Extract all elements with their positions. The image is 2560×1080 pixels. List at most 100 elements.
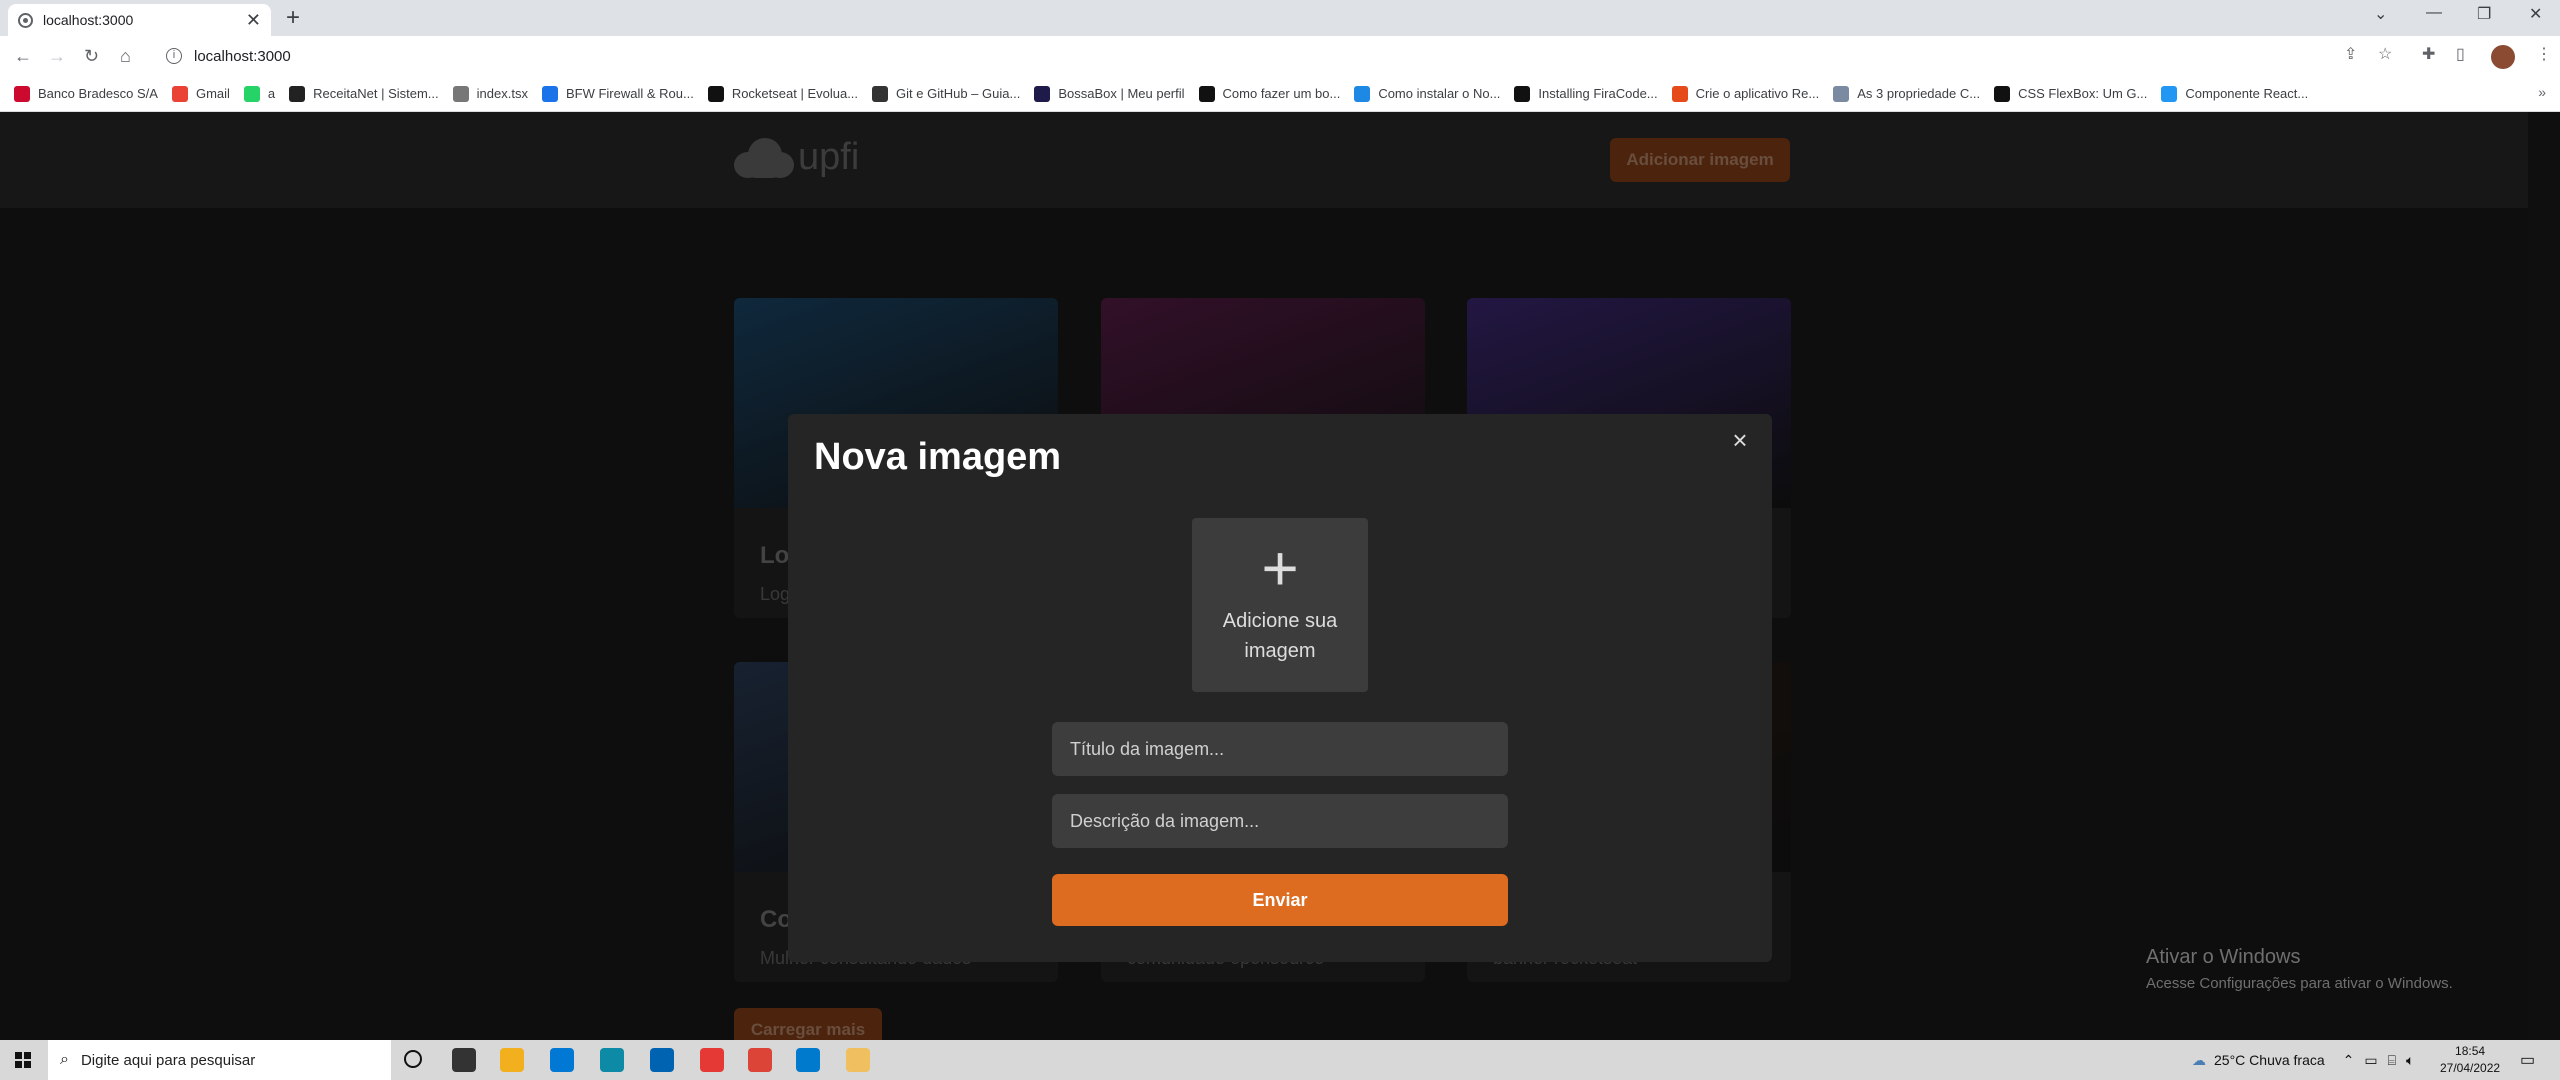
new-image-modal: Nova imagem × + Adicione sua imagem Envi… [788,414,1772,962]
home-icon[interactable]: ⌂ [120,44,131,68]
file-explorer-icon[interactable] [500,1048,524,1072]
bookmark-favicon-icon [171,85,188,102]
window-close-icon[interactable]: ✕ [2529,4,2542,24]
close-icon[interactable]: × [1728,427,1752,453]
bookmark-item[interactable]: ReceitaNet | Sistem... [289,85,439,102]
bookmark-favicon-icon [1034,85,1051,102]
clock-time: 18:54 [2455,1044,2486,1058]
tab-close-icon[interactable]: ✕ [246,11,261,29]
side-panel-icon[interactable]: ▯ [2456,44,2465,64]
volume-icon[interactable]: 🔈︎ [2406,1052,2414,1069]
bookmark-label: Installing FiraCode... [1538,86,1658,101]
store-icon[interactable] [550,1048,574,1072]
new-tab-button[interactable]: + [286,6,300,30]
image-description-input[interactable] [1052,794,1508,848]
bookmark-label: BFW Firewall & Rou... [565,86,694,101]
system-tray: ☁ 25°C Chuva fraca ⌃ ▭ ⌸ 🔈︎ [2192,1040,2414,1080]
bookmark-item[interactable]: Crie o aplicativo Re... [1671,85,1820,102]
minimize-icon[interactable]: — [2426,4,2442,22]
modal-title: Nova imagem [814,436,1062,478]
forward-arrow-icon[interactable]: → [48,44,66,68]
plus-icon: + [1261,532,1299,604]
taskbar-search-placeholder: Digite aqui para pesquisar [80,1051,256,1069]
bookmark-item[interactable]: Componente React... [2161,85,2308,102]
bookmark-label: Como instalar o No... [1378,86,1501,101]
reload-icon[interactable]: ↻ [84,44,99,68]
bookmark-item[interactable]: Installing FiraCode... [1514,85,1658,102]
task-view-icon[interactable] [452,1048,476,1072]
bookmark-favicon-icon [1354,85,1371,102]
bookmark-favicon-icon [14,85,30,102]
taskbar-clock[interactable]: 18:54 27/04/2022 [2440,1043,2500,1077]
upload-label: Adicione sua imagem [1222,610,1338,662]
mail-icon[interactable] [650,1048,674,1072]
more-bookmarks-icon[interactable]: » [2538,84,2546,100]
bookmark-item[interactable]: Rocketseat | Evolua... [707,85,858,102]
bookmark-favicon-icon [1994,85,2011,102]
kit-icon[interactable] [846,1048,870,1072]
bookmark-item[interactable]: Gmail [171,85,230,102]
vscode-icon[interactable] [796,1048,820,1072]
bookmark-favicon-icon [707,85,724,102]
bookmark-item[interactable]: Banco Bradesco S/A [14,85,158,102]
restore-icon[interactable]: ❐ [2477,4,2491,24]
address-bar[interactable]: i localhost:3000 [158,40,2388,72]
page-scrollbar[interactable] [2528,112,2560,1040]
cortana-icon[interactable] [404,1050,422,1068]
bookmark-favicon-icon [1671,85,1688,102]
windows-taskbar: ⌕ Digite aqui para pesquisar ☁ 25°C Chuv… [0,1040,2560,1080]
bookmark-item[interactable]: a [243,85,276,102]
bookmark-star-icon[interactable]: ☆ [2378,44,2392,64]
bookmark-label: index.tsx [476,86,528,101]
bookmark-item[interactable]: BFW Firewall & Rou... [541,85,694,102]
back-arrow-icon[interactable]: ← [14,44,32,68]
site-info-icon[interactable]: i [166,48,182,64]
bookmark-favicon-icon [1833,85,1850,102]
bookmark-favicon-icon [452,85,469,102]
bookmark-item[interactable]: Git e GitHub – Guia... [872,85,1021,102]
bookmark-item[interactable]: BossaBox | Meu perfil [1034,85,1185,102]
image-upload-dropzone[interactable]: + Adicione sua imagem [1192,518,1368,692]
notifications-icon[interactable]: ▭ [2520,1050,2535,1070]
browser-toolbar: ← → ↻ ⌂ i localhost:3000 [0,36,2560,76]
image-title-input[interactable] [1052,722,1508,776]
share-icon[interactable]: ⇪ [2344,44,2357,64]
chevron-up-icon[interactable]: ⌃ [2343,1052,2355,1069]
bookmark-item[interactable]: CSS FlexBox: Um G... [1994,85,2147,102]
tab-search-icon[interactable]: ⌄ [2374,4,2387,24]
bookmark-favicon-icon [2161,85,2178,102]
pomodoro-icon[interactable] [700,1048,724,1072]
bookmark-item[interactable]: As 3 propriedade C... [1833,85,1980,102]
page-viewport: upfi Adicionar imagem LoLogConsulta a im… [0,112,2528,1040]
weather-icon[interactable]: ☁ [2192,1052,2206,1069]
bookmark-favicon-icon [872,85,889,102]
bookmark-label: Git e GitHub – Guia... [896,86,1021,101]
bookmark-favicon-icon [1514,85,1531,102]
bookmark-item[interactable]: Como fazer um bo... [1198,85,1340,102]
bookmark-label: Crie o aplicativo Re... [1695,86,1820,101]
bookmark-item[interactable]: Como instalar o No... [1354,85,1501,102]
bookmark-favicon-icon [243,85,260,102]
profile-avatar[interactable] [2491,45,2515,69]
extensions-icon[interactable]: ✚ [2422,44,2435,64]
network-icon[interactable]: ▭ [2364,1052,2377,1069]
weather-text[interactable]: 25°C Chuva fraca [2214,1052,2325,1068]
bookmark-item[interactable]: index.tsx [452,85,528,102]
edge-icon[interactable] [600,1048,624,1072]
watermark-title: Ativar o Windows [2146,946,2301,968]
bookmark-favicon-icon [541,85,558,102]
browser-tab[interactable]: localhost:3000 ✕ [8,4,271,36]
bookmark-label: ReceitaNet | Sistem... [313,86,439,101]
bookmark-favicon-icon [1198,85,1215,102]
submit-button[interactable]: Enviar [1052,874,1508,926]
bookmark-favicon-icon [289,85,306,102]
bookmark-label: Gmail [195,86,230,101]
browser-tabstrip: localhost:3000 ✕ + ⌄ — ❐ ✕ [0,0,2560,36]
address-url: localhost:3000 [194,47,291,65]
chrome-icon[interactable] [748,1048,772,1072]
taskbar-search-box[interactable]: ⌕ Digite aqui para pesquisar [48,1040,391,1080]
windows-start-icon[interactable] [15,1052,31,1068]
bookmark-label: a [267,86,276,101]
wifi-icon[interactable]: ⌸ [2388,1052,2396,1069]
menu-kebab-icon[interactable]: ⋮ [2536,44,2552,64]
